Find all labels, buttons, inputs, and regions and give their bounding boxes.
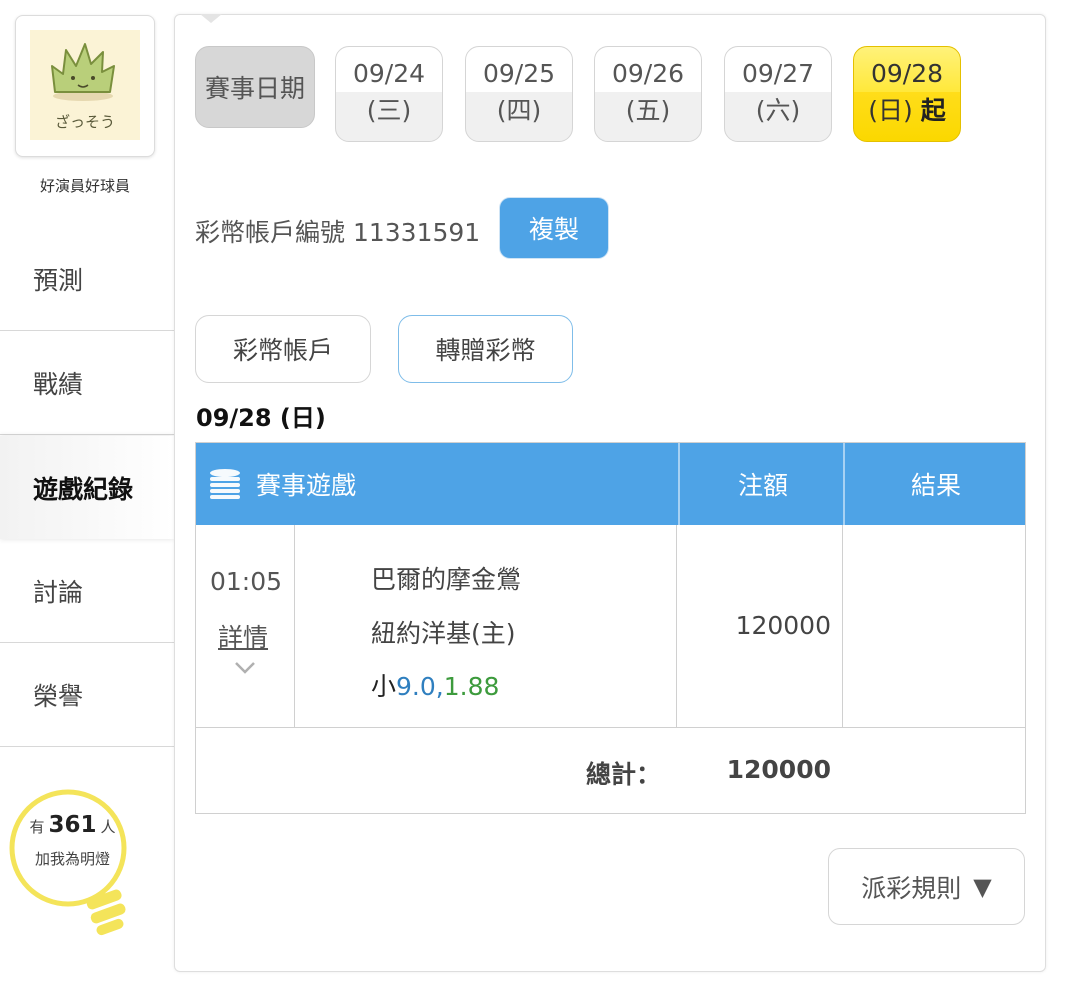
game-time: 01:05 — [210, 567, 283, 596]
bet-selection: 小9.0,1.88 — [371, 667, 499, 703]
nav-item-honor[interactable]: 榮譽 — [0, 644, 174, 747]
nav-item-discussion[interactable]: 討論 — [0, 540, 174, 643]
column-divider — [676, 525, 677, 727]
weekday-text: (五) — [625, 96, 671, 125]
bet-side: 小 — [371, 672, 397, 701]
payout-rules-label: 派彩規則 — [861, 873, 962, 903]
stake-amount: 120000 — [735, 611, 831, 640]
coin-account-button[interactable]: 彩幣帳戶 — [195, 315, 371, 383]
weekday-text: (三) — [366, 96, 412, 125]
avatar-weed-icon: ざっそう — [30, 30, 140, 140]
payout-rules-button[interactable]: 派彩規則 ▼ — [828, 848, 1025, 925]
coin-stack-icon — [210, 469, 240, 499]
header-stake: 注額 — [678, 443, 846, 525]
date-text: 09/24 — [352, 59, 426, 88]
bet-odds: 1.88 — [443, 672, 500, 701]
date-filter-label: 賽事日期 — [195, 46, 315, 128]
weekday-text: (日) 起 — [854, 96, 960, 126]
home-team: 紐約洋基(主) — [371, 619, 516, 648]
fan-caption[interactable]: 加我為明燈 — [0, 848, 145, 869]
date-text: 09/27 — [741, 59, 815, 88]
date-button-0924[interactable]: 09/24 (三) — [335, 46, 443, 142]
away-team: 巴爾的摩金鶯 — [371, 565, 522, 594]
header-game: 賽事遊戲 — [208, 443, 678, 525]
date-text: 09/28 — [870, 59, 944, 88]
day-heading: 09/28 (日) — [196, 404, 326, 432]
date-button-0925[interactable]: 09/25 (四) — [465, 46, 573, 142]
column-divider — [294, 525, 295, 727]
total-label: 總計： — [585, 760, 661, 789]
avatar-text: ざっそう — [55, 113, 115, 131]
fan-count-prefix: 有 — [29, 818, 45, 836]
bet-line: 9.0, — [396, 672, 444, 701]
fan-count-number: 361 — [48, 812, 97, 838]
start-marker: 起 — [920, 96, 946, 125]
row-divider — [196, 727, 1025, 728]
fan-count-suffix: 人 — [100, 818, 116, 836]
weekday-text: (四) — [496, 96, 542, 125]
date-text: 09/26 — [611, 59, 685, 88]
transfer-coins-button[interactable]: 轉贈彩幣 — [398, 315, 573, 383]
weekday-text: (六) — [755, 96, 801, 125]
total-amount: 120000 — [726, 755, 831, 784]
game-record-table: 賽事遊戲 注額 結果 01:05 詳情 巴爾的摩金鶯 紐約洋基(主) 小9.0,… — [195, 442, 1026, 814]
copy-button[interactable]: 複製 — [500, 198, 608, 258]
sidebar: ざっそう 好演員好球員 預測 戰績 遊戲紀錄 討論 榮譽 有 361 人 加我為明燈 — [0, 0, 174, 1008]
date-button-0927[interactable]: 09/27 (六) — [724, 46, 832, 142]
table-header: 賽事遊戲 注額 結果 — [196, 443, 1025, 525]
chevron-down-icon[interactable] — [234, 661, 256, 675]
header-result: 結果 — [843, 443, 1027, 525]
fan-count: 有 361 人 — [0, 812, 145, 838]
nav-item-record[interactable]: 戰績 — [0, 332, 174, 435]
header-game-label: 賽事遊戲 — [256, 471, 357, 500]
date-button-0926[interactable]: 09/26 (五) — [594, 46, 702, 142]
avatar[interactable]: ざっそう — [15, 15, 155, 157]
date-button-0928[interactable]: 09/28 (日) 起 — [853, 46, 961, 142]
nav-item-predict[interactable]: 預測 — [0, 228, 174, 331]
username: 好演員好球員 — [39, 177, 130, 195]
triangle-down-icon: ▼ — [973, 872, 992, 901]
date-text: 09/25 — [482, 59, 556, 88]
weekday-value: (日) — [868, 96, 913, 125]
account-number: 彩幣帳戶編號 11331591 — [195, 218, 481, 247]
panel-notch — [200, 14, 222, 23]
nav-item-game-history[interactable]: 遊戲紀錄 — [0, 436, 174, 539]
details-link[interactable]: 詳情 — [218, 618, 268, 654]
column-divider — [842, 525, 843, 727]
